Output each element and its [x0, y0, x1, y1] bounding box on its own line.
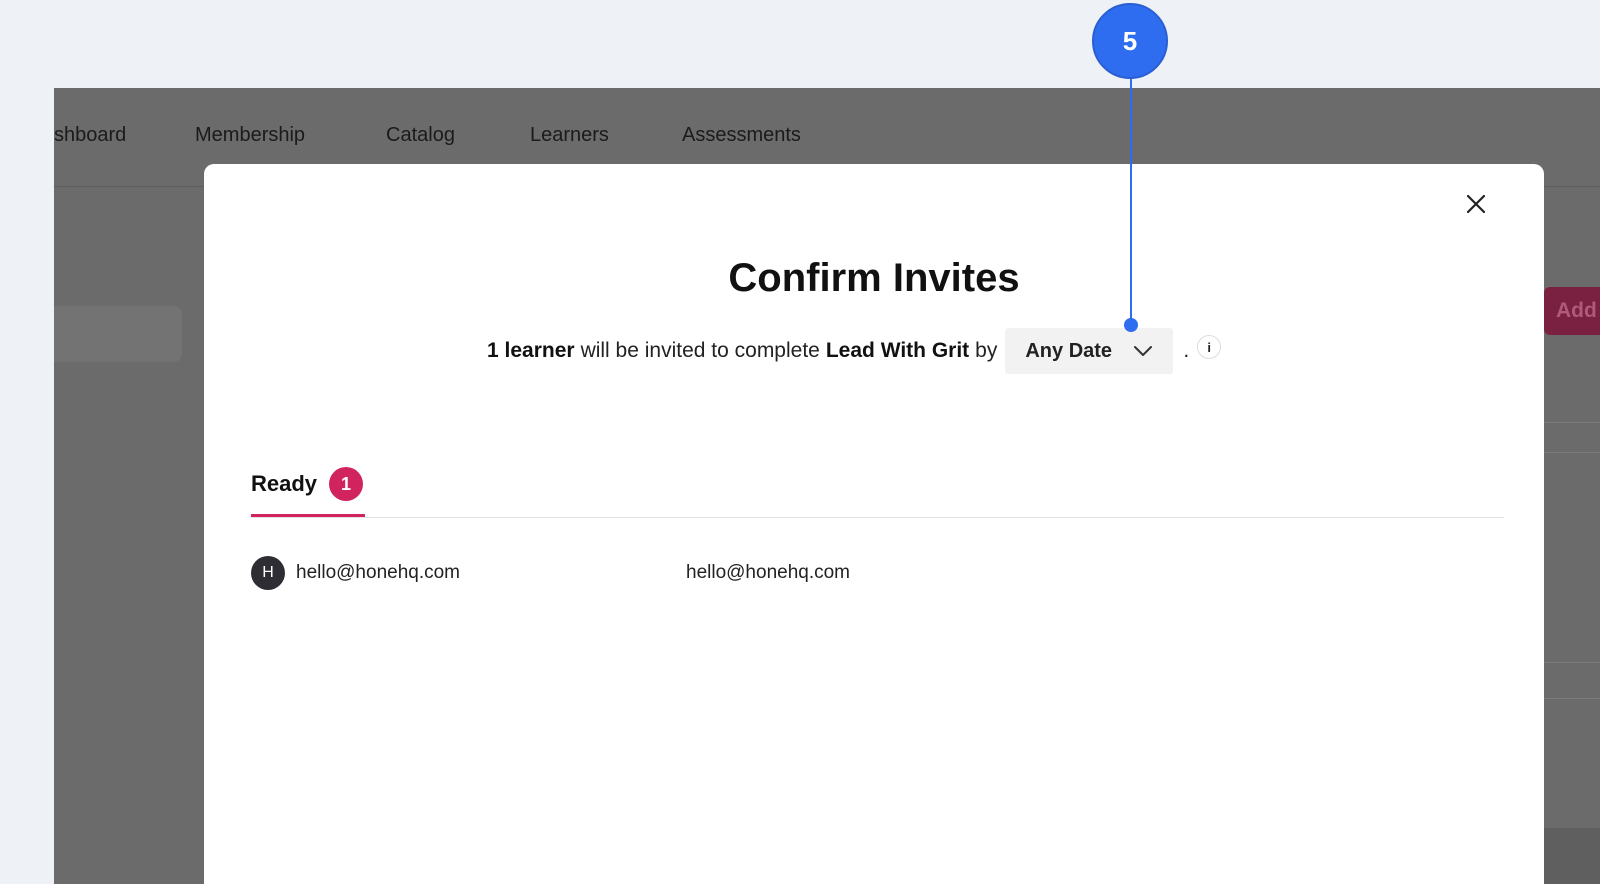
tab-ready-label: Ready [251, 471, 318, 496]
nav-item-membership[interactable]: Membership [195, 124, 305, 147]
background-divider [1544, 662, 1600, 663]
invite-summary: 1 learner will be invited to complete Le… [487, 328, 1222, 374]
nav-item-assessments[interactable]: Assessments [682, 124, 801, 147]
info-icon[interactable]: i [1197, 335, 1222, 359]
summary-period: . [1183, 339, 1190, 362]
background-divider [1544, 422, 1600, 423]
due-date-value: Any Date [1025, 339, 1113, 362]
background-divider [1544, 452, 1600, 453]
chevron-down-icon [1134, 346, 1153, 356]
annotation-connector-line [1130, 78, 1132, 322]
annotation-target-dot [1124, 318, 1138, 332]
tab-ready-count-badge: 1 [329, 467, 364, 501]
close-icon [1466, 194, 1486, 214]
nav-item-catalog[interactable]: Catalog [386, 124, 455, 147]
by-text: by [975, 339, 998, 362]
summary-text: will be invited to complete [580, 339, 820, 362]
background-search-field [54, 306, 182, 362]
background-footer [1544, 828, 1600, 884]
due-date-select[interactable]: Any Date [1005, 328, 1174, 374]
confirm-invites-modal: Confirm Invites 1 learner will be invite… [204, 164, 1544, 884]
step-number-badge: 5 [1092, 3, 1168, 79]
learner-name: hello@honehq.com [296, 562, 461, 583]
nav-item-dashboard[interactable]: shboard [54, 124, 126, 147]
learner-count: 1 learner [487, 339, 575, 362]
modal-title: Confirm Invites [728, 256, 1020, 300]
background-add-button: Add l [1544, 287, 1600, 335]
nav-item-learners[interactable]: Learners [530, 124, 609, 147]
tab-ready[interactable]: Ready 1 [251, 452, 365, 516]
tabs-divider [251, 517, 1504, 518]
learner-row: H hello@honehq.com hello@honehq.com [251, 556, 1504, 590]
learner-email: hello@honehq.com [686, 562, 851, 583]
course-name: Lead With Grit [825, 339, 970, 362]
avatar: H [251, 556, 285, 590]
close-button[interactable] [1460, 188, 1492, 220]
background-divider [1544, 698, 1600, 699]
